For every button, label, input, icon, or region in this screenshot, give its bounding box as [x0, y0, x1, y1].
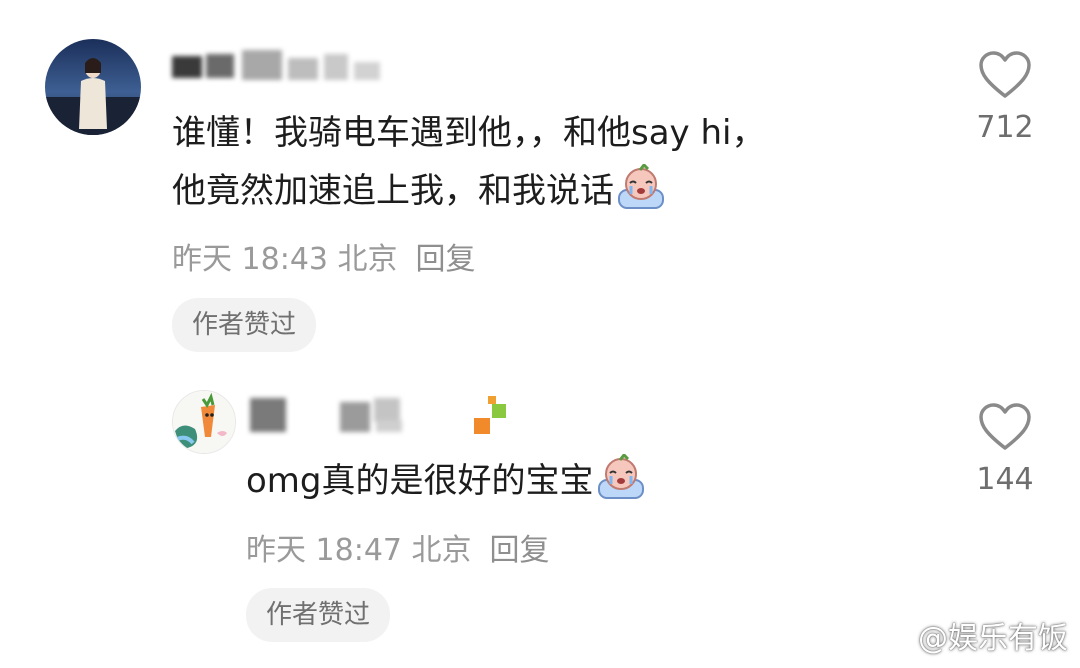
reply-reply-button[interactable]: 回复	[490, 533, 550, 568]
comment-reply-button[interactable]: 回复	[416, 242, 476, 277]
heart-outline-icon[interactable]	[977, 402, 1033, 452]
comment-text: 谁懂！我骑电车遇到他，，和他say hi， 他竟然加速追上我，和我说话	[172, 104, 765, 228]
watermark: @娱乐有饭	[872, 613, 1068, 660]
comment-timestamp: 昨天 18:43 北京	[172, 242, 398, 277]
user-level-icon	[472, 396, 508, 436]
replier-avatar[interactable]	[172, 390, 236, 454]
comment-like-button[interactable]: 712	[960, 50, 1050, 145]
author-liked-badge: 作者赞过	[172, 298, 317, 352]
commenter-avatar[interactable]	[45, 39, 141, 135]
comment-meta: 昨天 18:43 北京 回复	[172, 234, 476, 278]
comment-line-2: 他竟然加速追上我，和我说话	[172, 162, 765, 228]
comment-line-1: 谁懂！我骑电车遇到他，，和他say hi，	[172, 113, 766, 153]
watermark-text: @娱乐有饭	[918, 621, 1068, 656]
comment-like-count: 712	[976, 110, 1034, 145]
reply-author-liked-badge: 作者赞过	[246, 588, 391, 642]
reply-timestamp: 昨天 18:47 北京	[246, 533, 472, 568]
heart-outline-icon[interactable]	[977, 50, 1033, 100]
weibo-logo-icon	[872, 622, 912, 660]
crying-emoji-icon	[596, 452, 646, 518]
reply-like-button[interactable]: 144	[960, 402, 1050, 497]
reply-like-count: 144	[976, 462, 1034, 497]
commenter-name-blurred[interactable]	[170, 42, 390, 86]
reply-text: omg真的是很好的宝宝	[246, 452, 646, 518]
crying-emoji-icon	[616, 162, 666, 228]
reply-meta: 昨天 18:47 北京 回复	[246, 525, 550, 569]
